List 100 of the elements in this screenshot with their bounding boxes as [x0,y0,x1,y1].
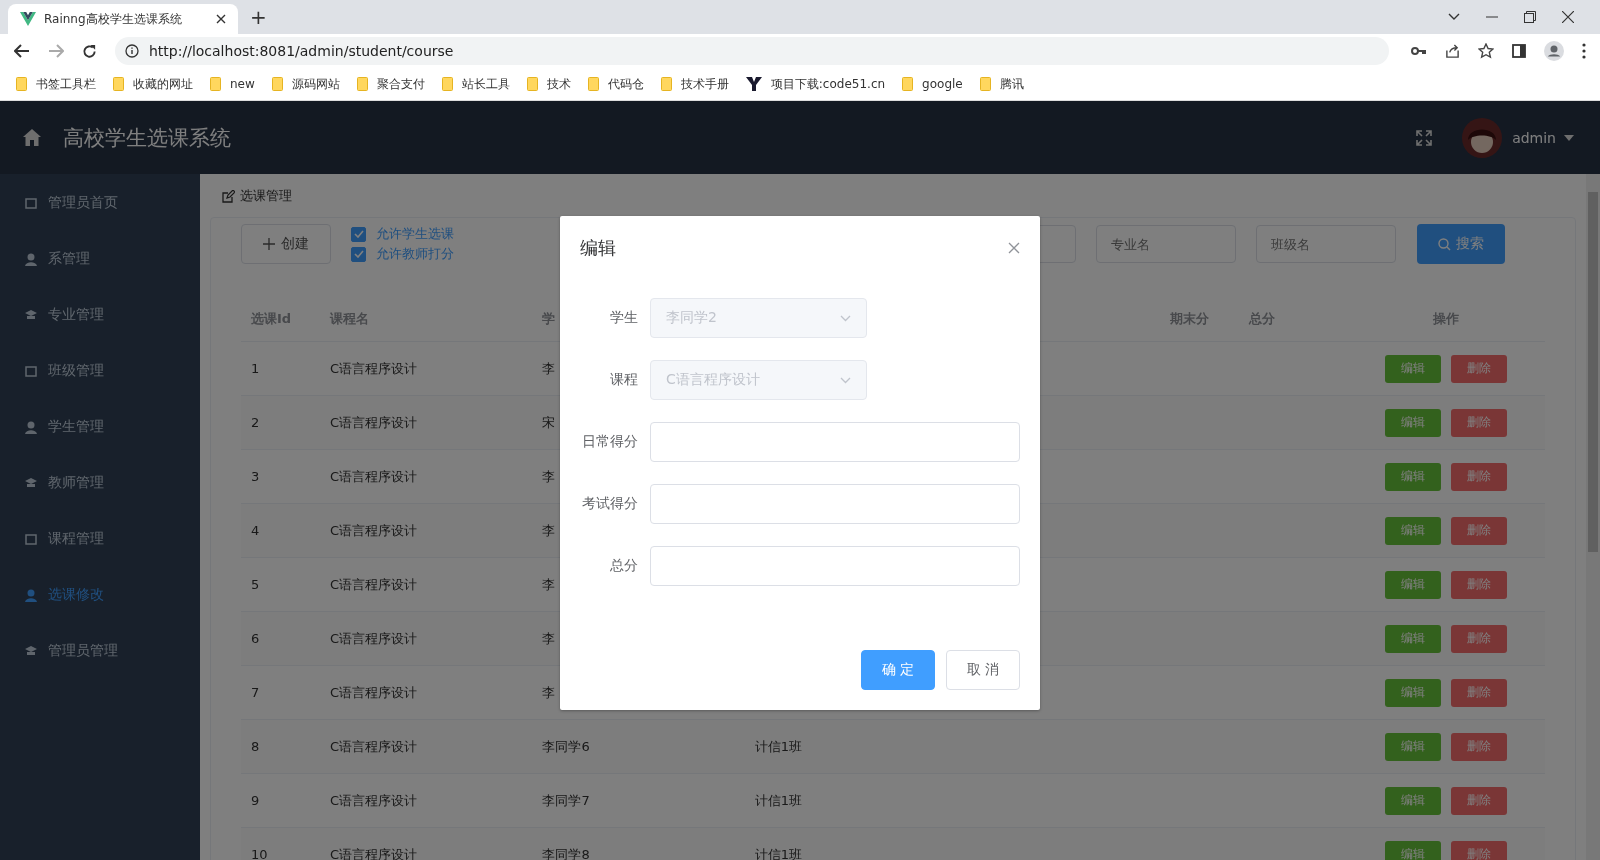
delete-button[interactable]: 删除 [1451,786,1508,815]
restore-icon[interactable] [1524,11,1536,23]
table-cell: 计信1班 [754,846,803,860]
table-cell: 10 [251,847,268,860]
input-field[interactable] [650,422,1020,462]
checkbox-option[interactable]: 允许学生选课 [351,225,454,243]
star-icon[interactable] [1478,43,1494,59]
sidebar-item[interactable]: 管理员管理 [0,623,200,679]
caret-icon[interactable] [1564,134,1574,141]
delete-button[interactable]: 删除 [1451,354,1508,383]
confirm-button[interactable]: 确 定 [861,650,935,690]
edit-button[interactable]: 编辑 [1385,462,1442,491]
bookmark[interactable]: 技术手册 [660,75,729,93]
edit-button[interactable]: 编辑 [1385,786,1442,815]
bookmark[interactable]: 项目下载:code51.cn [745,75,886,93]
delete-button[interactable]: 删除 [1451,570,1508,599]
table-cell: 8 [251,739,260,754]
profile-icon[interactable] [1544,41,1564,61]
bookmark[interactable]: google [902,77,963,91]
table-cell: C语言程序设计 [330,684,418,700]
bookmark[interactable]: 聚合支付 [356,75,425,93]
field-label: 课程 [609,371,639,389]
edit-button[interactable]: 编辑 [1385,678,1442,707]
close-icon[interactable] [1562,11,1574,23]
info-icon [125,44,139,58]
checkbox[interactable] [351,246,366,262]
scrollbar[interactable] [1586,174,1600,860]
table-cell: C语言程序设计 [330,846,418,860]
filter-field[interactable]: 专业名 [1096,225,1236,263]
sidebar-item[interactable]: 系管理 [0,231,200,287]
bookmark[interactable]: new [210,77,255,91]
edit-button[interactable]: 编辑 [1385,516,1442,545]
input-field[interactable] [650,546,1020,586]
back-arrow-icon[interactable] [14,44,30,58]
delete-button[interactable]: 删除 [1451,516,1508,545]
browser-tab[interactable]: Rainng高校学生选课系统 [8,4,238,34]
home-icon[interactable] [23,129,41,146]
menu-item-icon [24,364,38,378]
table-cell: C语言程序设计 [330,792,418,808]
edit-button[interactable]: 编辑 [1385,732,1442,761]
y-logo-icon [745,77,762,91]
chevron-down-icon[interactable] [1448,13,1460,21]
address-field[interactable]: http://localhost:8081/admin/student/course [115,37,1389,65]
edit-button[interactable]: 编辑 [1385,408,1442,437]
bookmark[interactable]: 书签工具栏 [16,75,96,93]
app-title: 高校学生选课系统 [63,124,231,152]
field-label: 考试得分 [581,495,639,513]
delete-button[interactable]: 删除 [1451,408,1508,437]
delete-button[interactable]: 删除 [1451,840,1508,860]
edit-button[interactable]: 编辑 [1385,570,1442,599]
delete-button[interactable]: 删除 [1451,624,1508,653]
sidebar-item[interactable]: 管理员首页 [0,175,200,231]
edit-button[interactable]: 编辑 [1385,354,1442,383]
avatar[interactable] [1462,117,1503,158]
v-logo-icon [20,12,36,26]
sidebar-item[interactable]: 选课修改 [0,567,200,623]
search-button[interactable]: 搜索 [1417,224,1505,264]
forward-arrow-icon[interactable] [48,44,64,58]
delete-button[interactable]: 删除 [1451,462,1508,491]
menu-item-icon [24,420,38,434]
close-icon[interactable] [216,14,226,24]
sidebar-item[interactable]: 班级管理 [0,343,200,399]
checkbox[interactable] [351,226,366,242]
edit-button[interactable]: 编辑 [1385,624,1442,653]
key-icon[interactable] [1411,46,1427,56]
bookmark[interactable]: 腾讯 [979,75,1024,93]
bookmark[interactable]: 收藏的网址 [113,75,193,93]
field-label: 学生 [609,309,639,327]
delete-button[interactable]: 删除 [1451,732,1508,761]
table-cell: 李 [542,468,556,484]
fullscreen-icon[interactable] [1416,129,1433,146]
user-menu[interactable]: admin [1512,129,1556,146]
filter-field[interactable]: 班级名 [1256,225,1396,263]
delete-button[interactable]: 删除 [1451,678,1508,707]
table-cell: 李 [542,360,556,376]
reload-icon[interactable] [82,43,97,59]
plus-icon [263,238,275,250]
sidebar-item[interactable]: 教师管理 [0,455,200,511]
folder-icon [356,77,368,91]
checkbox-option[interactable]: 允许教师打分 [351,245,454,263]
input-field[interactable] [650,484,1020,524]
table-cell: C语言程序设计 [330,576,418,592]
sidebar-item[interactable]: 学生管理 [0,399,200,455]
folder-icon [979,77,991,91]
sidebar-item[interactable]: 课程管理 [0,511,200,567]
more-icon[interactable] [1582,43,1586,59]
bookmark[interactable]: 技术 [526,75,571,93]
edit-button[interactable]: 编辑 [1385,840,1442,860]
bookmark[interactable]: 代码仓 [587,75,644,93]
bookmark[interactable]: 站长工具 [441,75,510,93]
sidebar-item[interactable]: 专业管理 [0,287,200,343]
side-panel-icon[interactable] [1512,44,1526,58]
bookmark[interactable]: 源码网站 [271,75,340,93]
create-button[interactable]: 创建 [241,224,331,264]
share-icon[interactable] [1445,43,1460,59]
field-label: 总分 [609,557,639,575]
cancel-button[interactable]: 取 消 [946,650,1020,690]
new-tab-button[interactable]: + [250,5,267,29]
table-cell: C语言程序设计 [330,522,418,538]
table-cell: 李同学7 [542,792,590,808]
